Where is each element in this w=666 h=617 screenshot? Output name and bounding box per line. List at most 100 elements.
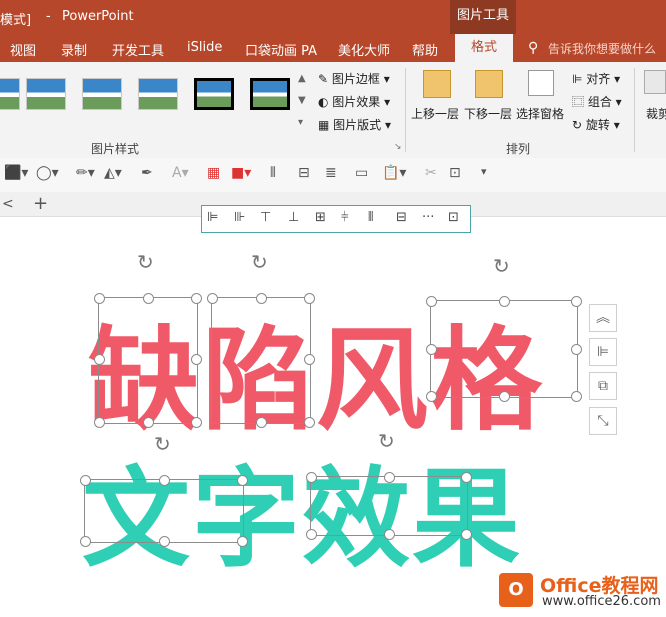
rotate-handle-icon[interactable]: ↻ [251, 250, 268, 274]
align-bottom-icon[interactable]: ⊥ [288, 210, 299, 225]
picture-effects-button[interactable]: ◐ 图片效果 ▾ [318, 93, 390, 110]
resize-handle[interactable] [304, 417, 315, 428]
selection-box[interactable] [211, 297, 311, 424]
resize-handle[interactable] [207, 293, 218, 304]
eraser-icon[interactable]: ◭▾ [104, 165, 122, 181]
resize-handle[interactable] [159, 475, 170, 486]
color-swatch-icon[interactable]: ■▾ [231, 165, 251, 181]
selection-box[interactable] [84, 479, 244, 543]
tab-developer[interactable]: 开发工具 [112, 40, 164, 59]
picture-layout-button[interactable]: ▦ 图片版式 ▾ [318, 116, 391, 133]
resize-handle[interactable] [571, 391, 582, 402]
resize-handle[interactable] [143, 293, 154, 304]
distribute-horizontal-icon[interactable]: ⫴ [368, 210, 373, 225]
resize-handle[interactable] [384, 472, 395, 483]
resize-handle[interactable] [256, 293, 267, 304]
rotate-handle-icon[interactable]: ↻ [154, 432, 171, 456]
align-right-icon[interactable]: ⊪ [234, 210, 245, 225]
align-middle-icon[interactable]: ⊞ [315, 210, 326, 225]
picture-style-thumb[interactable] [82, 78, 122, 110]
resize-handle[interactable] [499, 391, 510, 402]
resize-handle[interactable] [571, 296, 582, 307]
fit-icon[interactable]: ⊡ [448, 210, 459, 225]
paste-icon[interactable]: 📋▾ [382, 165, 406, 181]
align-left-icon[interactable]: ⊫ [207, 210, 218, 225]
resize-handle[interactable] [94, 293, 105, 304]
resize-handle[interactable] [499, 296, 510, 307]
color-grid-icon[interactable]: ▦ [207, 165, 220, 181]
more-options-icon[interactable]: ··· [422, 210, 434, 225]
selection-box[interactable] [430, 300, 578, 398]
pen-color-icon[interactable]: ✏▾ [76, 165, 95, 181]
resize-handle[interactable] [159, 536, 170, 547]
resize-handle[interactable] [256, 417, 267, 428]
resize-handle[interactable] [461, 529, 472, 540]
distribute-icon[interactable]: ⫴ [270, 165, 276, 181]
resize-shortcut-icon[interactable]: ⤡ [589, 407, 617, 435]
tab-back-button[interactable]: < [2, 196, 14, 212]
resize-handle[interactable] [426, 391, 437, 402]
align-text-icon[interactable]: ≣ [325, 165, 337, 181]
tab-help[interactable]: 帮助 [412, 40, 438, 59]
picture-style-thumb[interactable] [250, 78, 290, 110]
tab-format[interactable]: 格式 [455, 34, 513, 62]
more-icon[interactable]: ▾ [481, 165, 487, 178]
group-button[interactable]: ⿴ 组合 ▾ [572, 93, 622, 110]
search-icon[interactable]: ⚲ [528, 40, 538, 56]
tab-view[interactable]: 视图 [10, 40, 36, 59]
resize-handle[interactable] [80, 475, 91, 486]
picture-border-button[interactable]: ✎ 图片边框 ▾ [318, 70, 390, 87]
fill-color-icon[interactable]: ⬛▾ [4, 165, 28, 181]
resize-handle[interactable] [237, 536, 248, 547]
rotate-handle-icon[interactable]: ↻ [137, 250, 154, 274]
add-tab-button[interactable]: + [33, 193, 48, 214]
dialog-launcher-icon[interactable]: ↘ [394, 142, 402, 152]
bring-forward-button[interactable]: 上移一层 [411, 105, 459, 122]
picture-style-thumb[interactable] [138, 78, 178, 110]
crop-tool-icon[interactable]: ⊡ [449, 165, 461, 181]
resize-handle[interactable] [426, 344, 437, 355]
resize-handle[interactable] [237, 475, 248, 486]
picture-style-thumb[interactable] [194, 78, 234, 110]
send-backward-button[interactable]: 下移一层 [464, 105, 512, 122]
eyedropper-icon[interactable]: ✒ [141, 165, 153, 181]
collapse-up-icon[interactable]: ︽ [589, 304, 617, 332]
rotate-handle-icon[interactable]: ↻ [493, 254, 510, 278]
resize-handle[interactable] [143, 417, 154, 428]
format-painter-icon[interactable]: ✂ [425, 165, 437, 181]
distribute-vertical-icon[interactable]: ⊟ [396, 210, 407, 225]
rotate-handle-icon[interactable]: ↻ [378, 429, 395, 453]
resize-handle[interactable] [191, 293, 202, 304]
align-vcenter-icon[interactable]: ⫩ [341, 210, 348, 225]
selection-pane-button[interactable]: 选择窗格 [516, 105, 564, 122]
resize-handle[interactable] [571, 344, 582, 355]
crop-button[interactable]: 裁剪 [646, 105, 666, 122]
search-input[interactable]: 告诉我你想要做什么 [548, 40, 656, 57]
tab-beautify-master[interactable]: 美化大师 [338, 40, 390, 59]
resize-handle[interactable] [384, 529, 395, 540]
resize-handle[interactable] [461, 472, 472, 483]
tab-record[interactable]: 录制 [61, 40, 87, 59]
resize-handle[interactable] [306, 472, 317, 483]
layer-shortcut-icon[interactable]: ⧉ [589, 372, 617, 400]
resize-handle[interactable] [306, 529, 317, 540]
rotate-button[interactable]: ↻ 旋转 ▾ [572, 116, 620, 133]
picture-style-thumb[interactable] [26, 78, 66, 110]
resize-handle[interactable] [426, 296, 437, 307]
selection-box[interactable] [310, 476, 468, 536]
gallery-scroll-icon[interactable]: ▲ ▼ ▾ [298, 68, 306, 134]
resize-handle[interactable] [304, 293, 315, 304]
resize-handle[interactable] [191, 354, 202, 365]
align-button[interactable]: ⊫ 对齐 ▾ [572, 70, 620, 87]
align-center-icon[interactable]: ⊟ [298, 165, 310, 181]
text-box-icon[interactable]: ▭ [355, 165, 368, 181]
picture-style-thumb[interactable] [0, 78, 20, 110]
tab-pocket-animation[interactable]: 口袋动画 PA [245, 40, 317, 59]
font-color-icon[interactable]: A▾ [172, 165, 189, 181]
tab-islide[interactable]: iSlide [187, 40, 222, 55]
resize-handle[interactable] [94, 354, 105, 365]
resize-handle[interactable] [80, 536, 91, 547]
align-top-icon[interactable]: ⊤ [260, 210, 271, 225]
selection-box[interactable] [98, 297, 198, 424]
shape-outline-icon[interactable]: ◯▾ [36, 165, 59, 181]
